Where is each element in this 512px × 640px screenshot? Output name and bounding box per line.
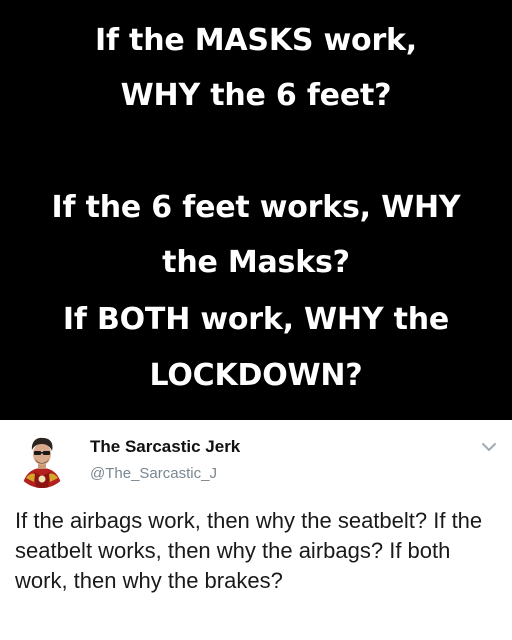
user-handle[interactable]: @The_Sarcastic_J	[90, 465, 217, 482]
meme-text-line: LOCKDOWN?	[149, 358, 363, 393]
meme-text-line: If the 6 feet works, WHY	[51, 190, 461, 225]
iron-man-avatar-icon	[22, 437, 62, 488]
meme-text-line: If the MASKS work,	[95, 23, 417, 58]
display-name[interactable]: The Sarcastic Jerk	[90, 437, 240, 457]
tweet-header: The Sarcastic Jerk @The_Sarcastic_J	[0, 420, 512, 500]
meme-text-line: the Masks?	[162, 245, 350, 280]
chevron-down-icon[interactable]	[480, 440, 498, 454]
meme-text-line: If BOTH work, WHY the	[62, 302, 450, 337]
meme-image-panel: If the MASKS work, WHY the 6 feet? If th…	[0, 0, 512, 420]
tweet-text: If the airbags work, then why the seatbe…	[15, 508, 483, 593]
avatar[interactable]	[14, 432, 70, 488]
meme-text-line: WHY the 6 feet?	[120, 78, 392, 113]
